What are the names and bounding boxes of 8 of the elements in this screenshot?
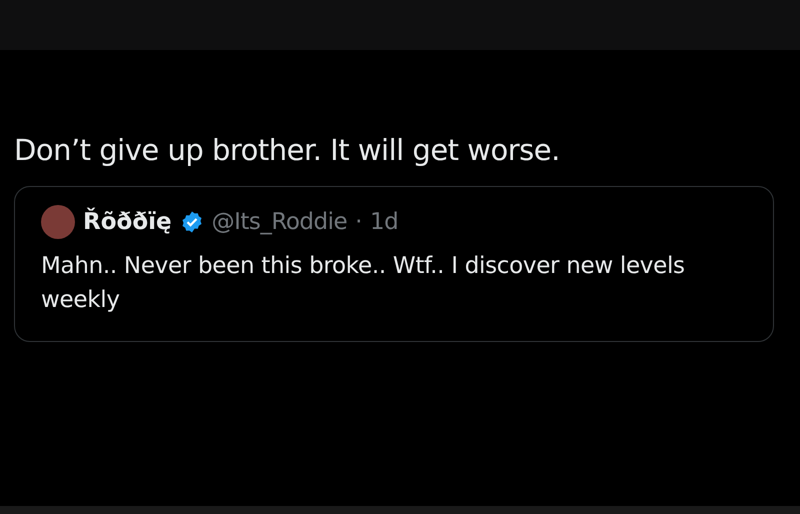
avatar[interactable] — [41, 205, 75, 239]
post-text: Don’t give up brother. It will get worse. — [14, 132, 561, 169]
author-name[interactable]: Řõððïę — [83, 209, 172, 235]
quoted-post-card[interactable]: Řõððïę @Its_Roddie · 1d Mahn.. Never been this broke.. Wtf.. I discover new levels weekly — [14, 186, 774, 342]
quoted-post-text: Mahn.. Never been this broke.. Wtf.. I discover new levels weekly — [41, 252, 686, 315]
author-handle[interactable]: @Its_Roddie — [212, 209, 348, 235]
separator: · — [355, 209, 362, 235]
post-time[interactable]: 1d — [370, 209, 398, 235]
